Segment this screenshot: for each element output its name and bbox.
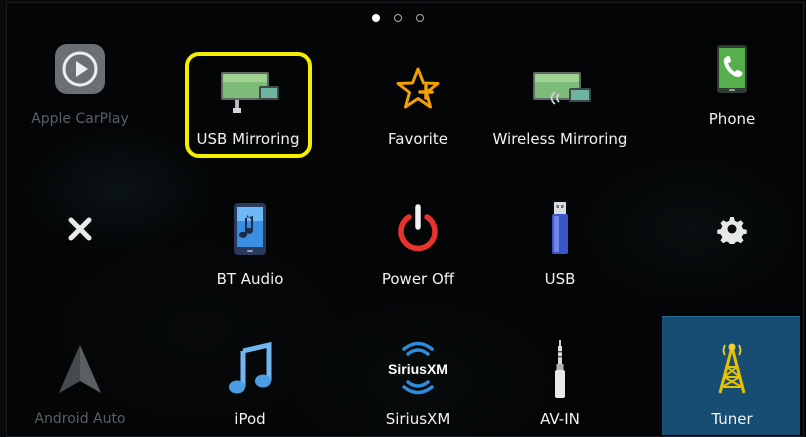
- android-auto-icon: [10, 340, 150, 398]
- phone-label: Phone: [708, 110, 756, 128]
- power-icon: [348, 200, 488, 258]
- bt-audio-icon: [180, 200, 320, 258]
- power-off-label: Power Off: [381, 270, 455, 288]
- siriusxm-tile[interactable]: SiriusXM SiriusXM: [348, 318, 488, 428]
- bt-audio-tile[interactable]: BT Audio: [180, 178, 320, 288]
- tuner-tile[interactable]: Tuner: [662, 318, 802, 428]
- close-icon: [10, 200, 150, 258]
- wireless-mirroring-tile[interactable]: Wireless Mirroring: [490, 38, 630, 148]
- usb-tile[interactable]: USB: [490, 178, 630, 288]
- android-auto-label: Android Auto: [34, 411, 126, 427]
- android-auto-tile[interactable]: Android Auto: [10, 318, 150, 428]
- page-dot-2[interactable]: [394, 14, 402, 22]
- phone-icon: [662, 40, 802, 98]
- home-menu-screen: Apple CarPlay Android Auto USB Mirroring…: [0, 0, 806, 437]
- favorite-star-icon: [348, 60, 488, 118]
- siriusxm-icon: SiriusXM: [348, 340, 488, 398]
- siriusxm-logo-text: SiriusXM: [388, 361, 448, 377]
- gear-icon: [662, 200, 802, 258]
- apple-carplay-tile[interactable]: Apple CarPlay: [10, 18, 150, 128]
- wireless-mirroring-icon: [490, 60, 630, 118]
- bt-audio-label: BT Audio: [216, 270, 284, 288]
- usb-drive-icon: [490, 200, 630, 258]
- av-in-label: AV-IN: [540, 410, 580, 428]
- wireless-mirroring-label: Wireless Mirroring: [492, 130, 628, 148]
- phone-tile[interactable]: Phone: [662, 18, 802, 128]
- page-dot-1[interactable]: [372, 14, 380, 22]
- tuner-icon: [662, 340, 802, 398]
- page-dot-3[interactable]: [416, 14, 424, 22]
- apple-carplay-label: Apple CarPlay: [31, 111, 129, 127]
- settings-tile[interactable]: [662, 178, 802, 288]
- tuner-label: Tuner: [711, 410, 753, 428]
- carplay-icon: [10, 40, 150, 98]
- favorite-tile[interactable]: Favorite: [348, 38, 488, 148]
- av-in-tile[interactable]: AV-IN: [490, 318, 630, 428]
- ipod-label: iPod: [234, 410, 266, 428]
- power-off-tile[interactable]: Power Off: [348, 178, 488, 288]
- siriusxm-label: SiriusXM: [385, 410, 451, 428]
- favorite-label: Favorite: [388, 130, 448, 148]
- av-in-plug-icon: [490, 340, 630, 398]
- close-tile[interactable]: [10, 178, 150, 288]
- page-indicator[interactable]: [372, 14, 424, 22]
- ipod-tile[interactable]: iPod: [180, 318, 320, 428]
- usb-label: USB: [544, 270, 576, 288]
- music-note-icon: [180, 340, 320, 398]
- selection-highlight-frame: [185, 52, 312, 158]
